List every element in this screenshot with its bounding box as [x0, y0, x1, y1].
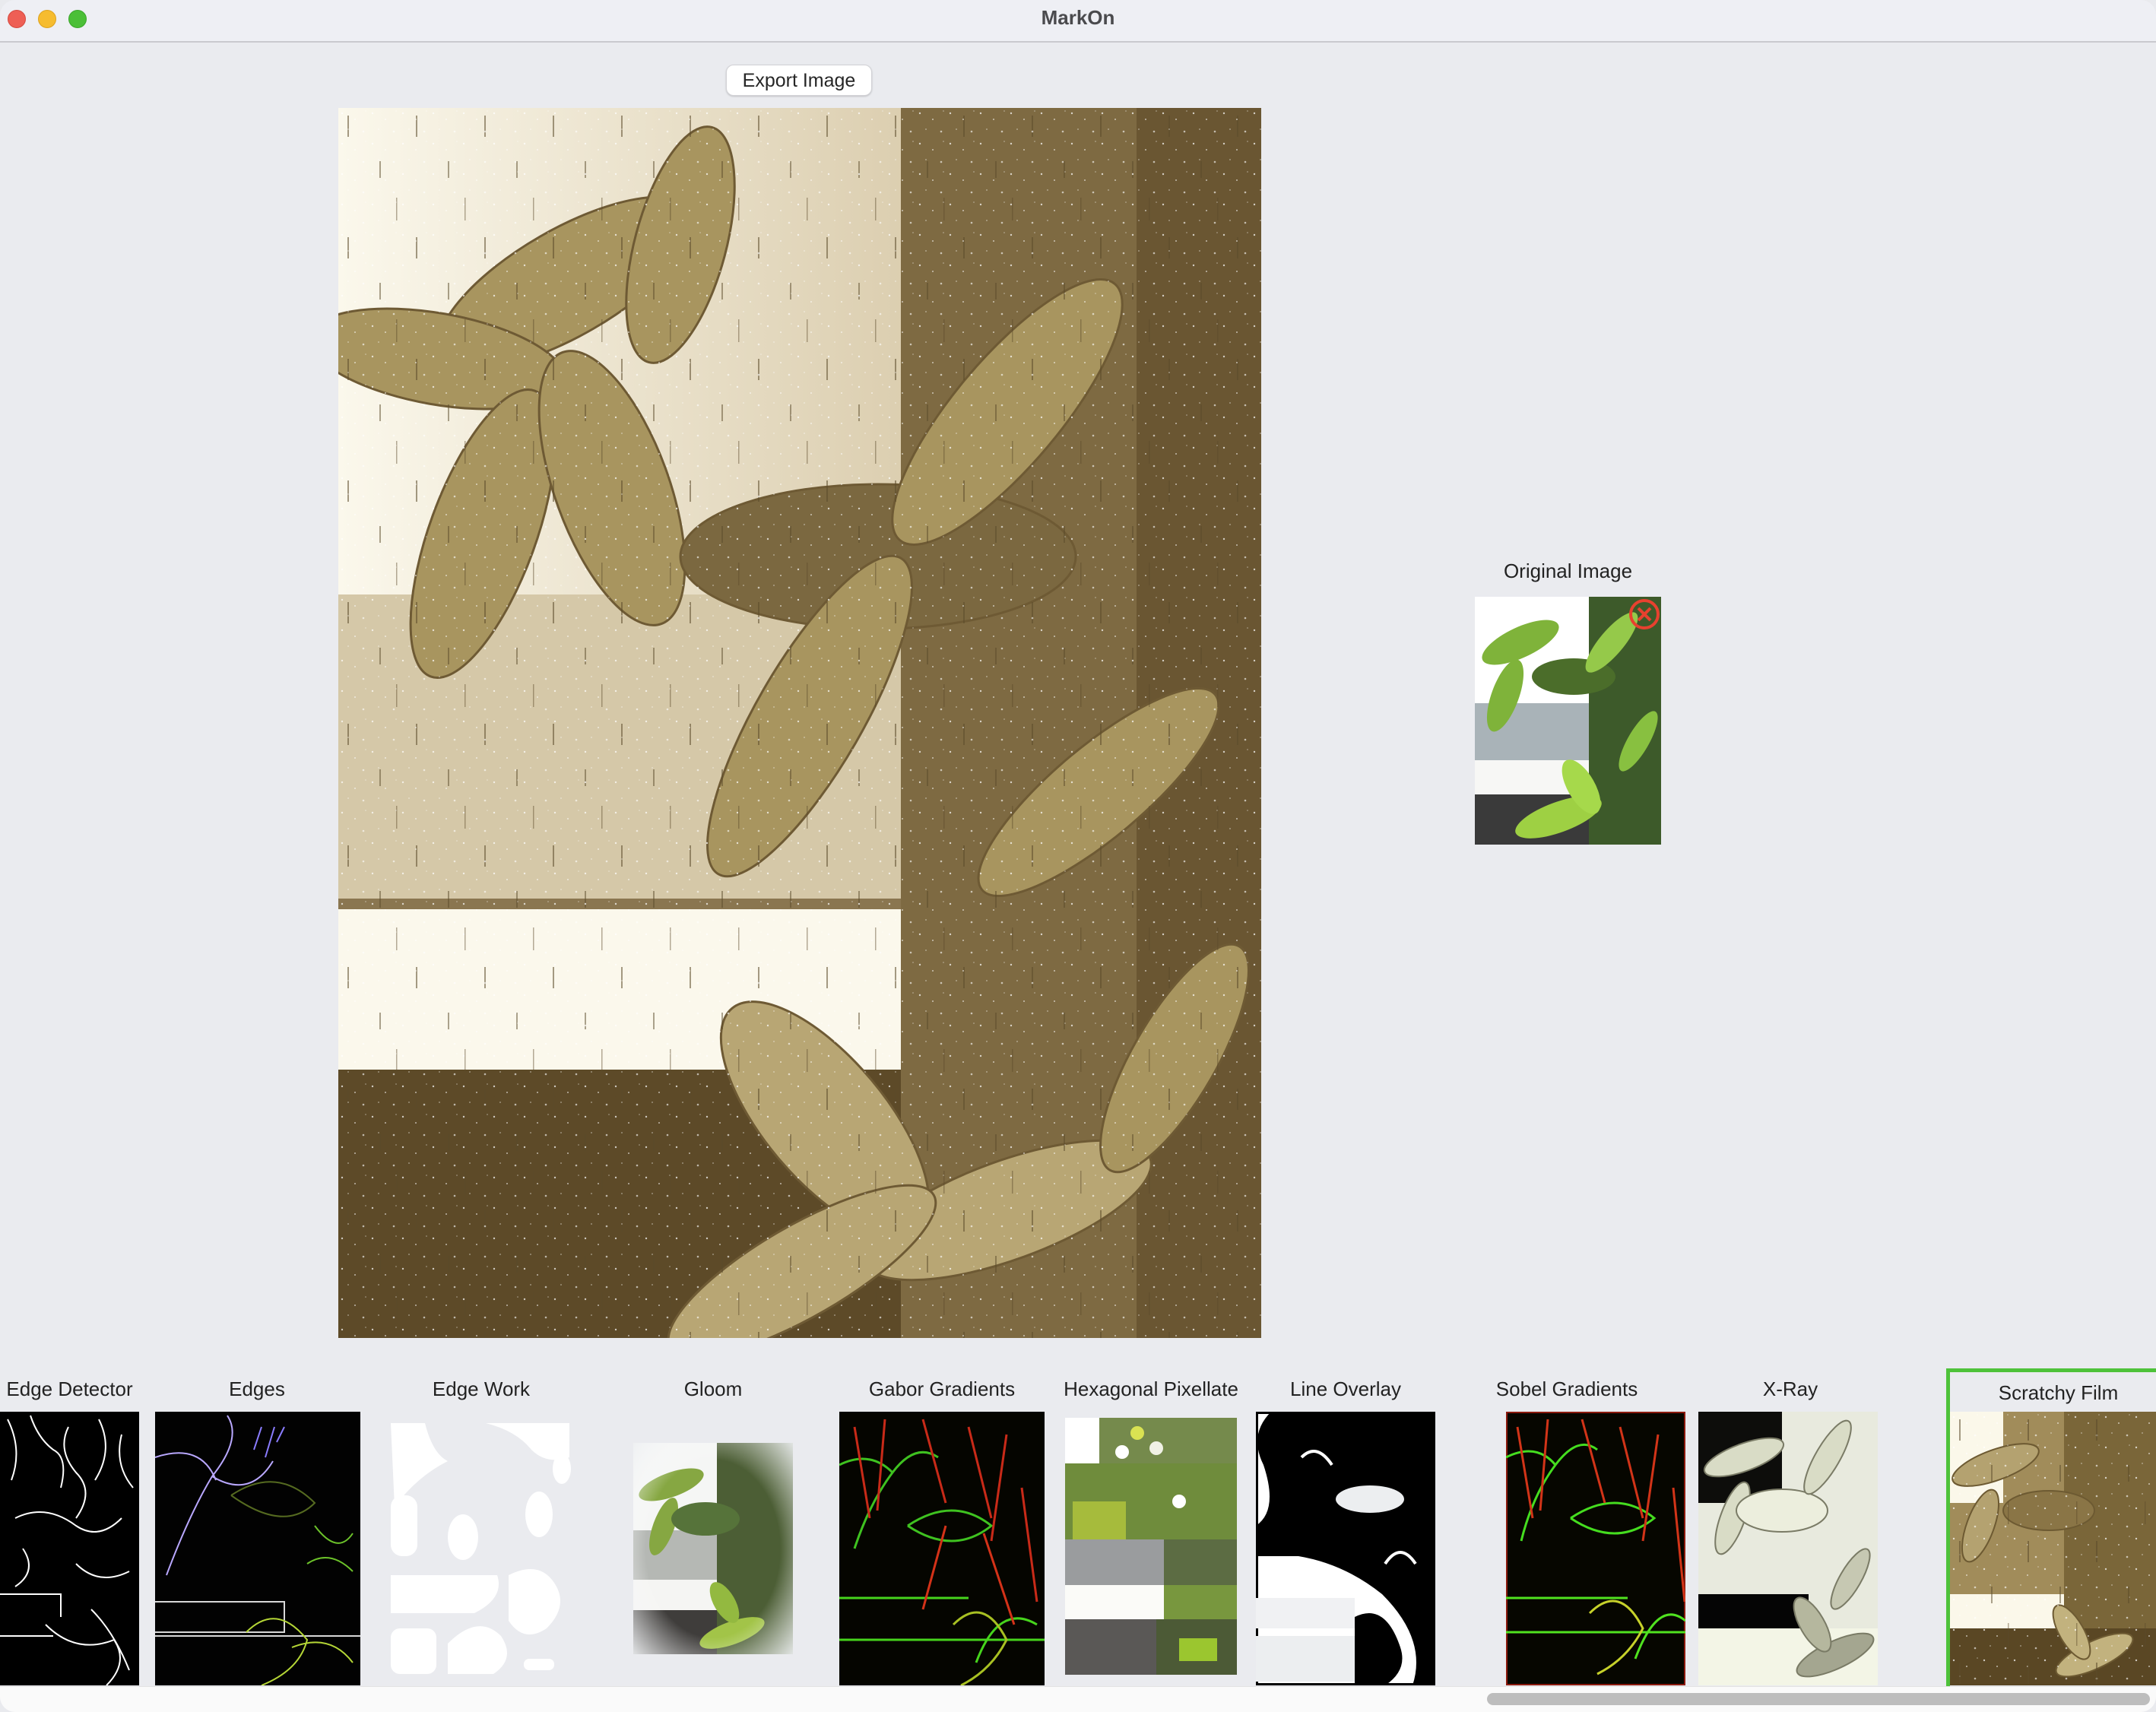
- filter-thumbnail: [155, 1412, 360, 1685]
- scrollbar-thumb[interactable]: [1487, 1693, 2150, 1705]
- original-image-label: Original Image: [1503, 560, 1633, 582]
- filter-item-gloom[interactable]: Gloom: [595, 1368, 831, 1688]
- filter-label: Hexagonal Pixellate: [1064, 1378, 1238, 1400]
- filter-item-scratchy-film[interactable]: Scratchy Film: [1946, 1368, 2156, 1688]
- filter-label: X-Ray: [1762, 1378, 1818, 1400]
- filter-thumbnail: [1506, 1412, 1685, 1685]
- filter-label: Gabor Gradients: [868, 1378, 1016, 1400]
- filter-item-edge-work[interactable]: Edge Work: [367, 1368, 595, 1688]
- filter-label: Scratchy Film: [1998, 1381, 2119, 1404]
- filter-item-gabor-gradients[interactable]: Gabor Gradients: [831, 1368, 1053, 1688]
- circle-x-icon: [1629, 599, 1660, 629]
- original-image-thumbnail[interactable]: [1475, 597, 1661, 845]
- filter-label: Edges: [229, 1378, 285, 1400]
- filter-label: Sobel Gradients: [1495, 1378, 1638, 1400]
- filter-thumbnail: [0, 1412, 139, 1685]
- filter-label: Edge Detector: [6, 1378, 133, 1400]
- filter-strip: Edge Detector Edges Edge Work Gloom Gabo…: [0, 1368, 2156, 1688]
- filter-item-edges[interactable]: Edges: [147, 1368, 367, 1688]
- filter-thumbnail: [1065, 1418, 1237, 1675]
- filter-item-line-overlay[interactable]: Line Overlay: [1249, 1368, 1442, 1688]
- horizontal-scrollbar[interactable]: [0, 1686, 2156, 1712]
- filter-thumbnail: [1698, 1412, 1878, 1685]
- filter-thumbnail: [1256, 1412, 1435, 1685]
- filter-thumbnail: [387, 1423, 575, 1675]
- filter-thumbnail: [633, 1443, 793, 1654]
- filtered-image-preview: [338, 108, 1261, 1338]
- filter-thumbnail: [839, 1412, 1045, 1685]
- window-title: MarkOn: [1041, 6, 1115, 29]
- filter-item-sobel-gradients[interactable]: Sobel Gradients: [1442, 1368, 1692, 1688]
- app-window: MarkOn Export Image Original Image Edge …: [0, 0, 2156, 1712]
- filter-item-hexagonal-pixellate[interactable]: Hexagonal Pixellate: [1053, 1368, 1249, 1688]
- filter-thumbnail: [1950, 1412, 2156, 1685]
- filter-label: Line Overlay: [1290, 1378, 1401, 1400]
- remove-original-button[interactable]: [1628, 598, 1661, 631]
- filter-label: Gloom: [683, 1378, 743, 1400]
- title-bar: MarkOn: [0, 0, 2156, 43]
- filter-label: Edge Work: [432, 1378, 531, 1400]
- filter-item-edge-detector[interactable]: Edge Detector: [0, 1368, 147, 1688]
- filter-item-x-ray[interactable]: X-Ray: [1692, 1368, 1889, 1688]
- export-image-button[interactable]: Export Image: [726, 65, 872, 96]
